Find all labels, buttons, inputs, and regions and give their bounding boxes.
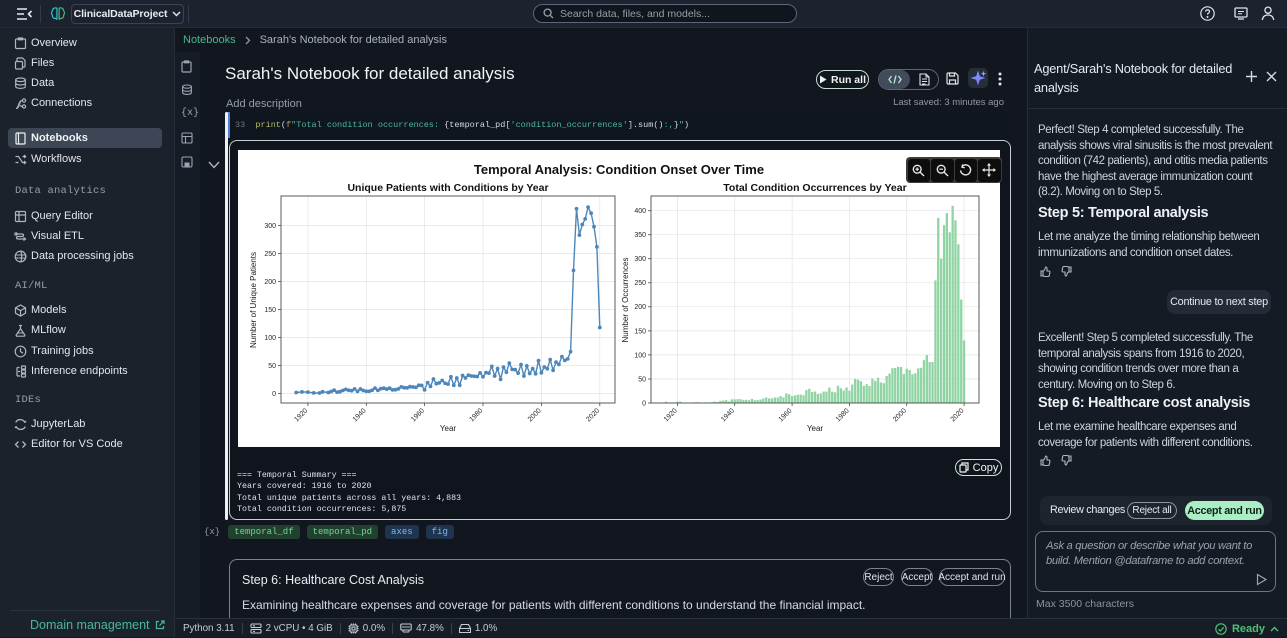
svg-text:Number of Occurrences: Number of Occurrences bbox=[621, 258, 630, 343]
svg-text:100: 100 bbox=[264, 335, 276, 342]
svg-text:250: 250 bbox=[634, 280, 646, 287]
svg-text:250: 250 bbox=[264, 251, 276, 258]
svg-text:200: 200 bbox=[634, 304, 646, 311]
svg-text:0: 0 bbox=[272, 391, 276, 398]
svg-text:300: 300 bbox=[634, 256, 646, 263]
svg-text:50: 50 bbox=[268, 363, 276, 370]
svg-text:Year: Year bbox=[440, 424, 457, 433]
svg-text:Number of Unique Patients: Number of Unique Patients bbox=[249, 252, 258, 348]
svg-text:Total Condition Occurrences by: Total Condition Occurrences by Year bbox=[723, 182, 906, 194]
svg-text:300: 300 bbox=[264, 223, 276, 230]
svg-text:Unique Patients with Condition: Unique Patients with Conditions by Year bbox=[347, 182, 548, 194]
svg-text:150: 150 bbox=[634, 328, 646, 335]
svg-text:100: 100 bbox=[634, 352, 646, 359]
svg-text:50: 50 bbox=[638, 376, 646, 383]
svg-text:Year: Year bbox=[807, 424, 824, 433]
svg-text:150: 150 bbox=[264, 307, 276, 314]
svg-text:Temporal Analysis: Condition O: Temporal Analysis: Condition Onset Over … bbox=[474, 162, 764, 177]
svg-text:350: 350 bbox=[634, 232, 646, 239]
svg-text:0: 0 bbox=[642, 400, 646, 407]
svg-text:400: 400 bbox=[634, 208, 646, 215]
svg-text:200: 200 bbox=[264, 279, 276, 286]
